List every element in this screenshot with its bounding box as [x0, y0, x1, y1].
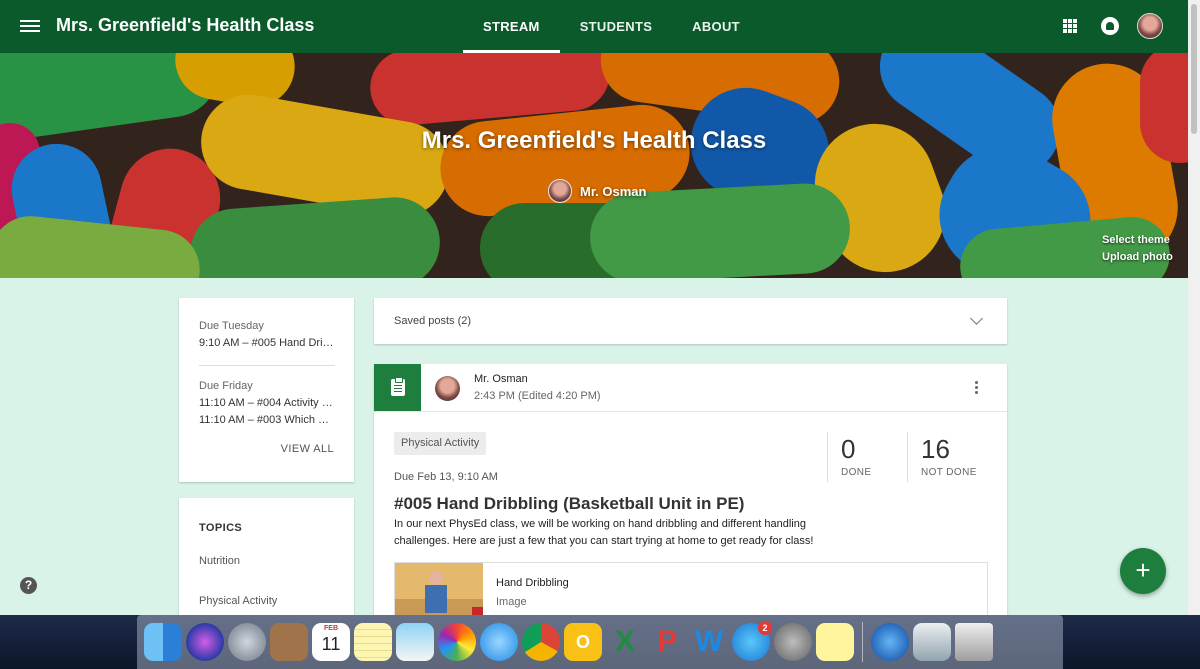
- topic-chip[interactable]: Physical Activity: [394, 432, 487, 455]
- banner-class-title: Mrs. Greenfield's Health Class: [421, 127, 767, 154]
- post-timestamp: 2:43 PM (Edited 4:20 PM): [474, 390, 601, 402]
- calendar-month: FEB: [324, 625, 338, 632]
- upcoming-item[interactable]: 11:10 AM – #004 Activity Log: [199, 395, 335, 412]
- preview-icon[interactable]: [396, 623, 434, 661]
- divider: [374, 411, 1007, 412]
- assignment-post: Mr. Osman 2:43 PM (Edited 4:20 PM) Physi…: [374, 364, 1007, 634]
- class-nav-tabs: STREAM STUDENTS ABOUT: [463, 0, 760, 53]
- outlook-icon[interactable]: O: [564, 623, 602, 661]
- view-all-button[interactable]: VIEW ALL: [281, 443, 334, 455]
- teacher-name: Mr. Osman: [580, 183, 647, 199]
- system-preferences-gear-icon[interactable]: [774, 623, 812, 661]
- scanner-icon[interactable]: [913, 623, 951, 661]
- due-date: Due Feb 13, 9:10 AM: [394, 471, 498, 483]
- account-avatar[interactable]: [1137, 13, 1163, 39]
- upcoming-group: Due Tuesday 9:10 AM – #005 Hand Dribblin…: [199, 318, 335, 352]
- banner-teacher[interactable]: Mr. Osman: [548, 179, 646, 203]
- excel-icon[interactable]: X: [606, 623, 644, 661]
- word-icon[interactable]: W: [690, 623, 728, 661]
- notes-icon[interactable]: [354, 623, 392, 661]
- saved-posts-label: Saved posts (2): [394, 315, 472, 327]
- class-banner: Mrs. Greenfield's Health Class Mr. Osman…: [0, 53, 1188, 278]
- avatar: [435, 376, 460, 401]
- divider: [907, 432, 908, 482]
- upcoming-due-label: Due Tuesday: [199, 320, 264, 332]
- not-done-label: NOT DONE: [921, 467, 977, 478]
- dock-separator: [862, 622, 863, 662]
- saved-posts-bar[interactable]: Saved posts (2): [374, 298, 1007, 344]
- topics-card: TOPICS Nutrition Physical Activity: [179, 498, 354, 628]
- calendar-day: 11: [321, 634, 341, 654]
- class-title[interactable]: Mrs. Greenfield's Health Class: [56, 15, 314, 36]
- page-scrollbar[interactable]: [1188, 0, 1200, 615]
- banner-overlay: [0, 53, 1188, 278]
- banner-actions: Select theme Upload photo: [1102, 232, 1173, 266]
- topic-nutrition[interactable]: Nutrition: [199, 555, 240, 567]
- upcoming-due-label: Due Friday: [199, 380, 253, 392]
- assignment-description: In our next PhysEd class, we will be wor…: [394, 518, 814, 547]
- attachment-card[interactable]: Hand Dribbling Image: [394, 562, 988, 622]
- top-app-bar: Mrs. Greenfield's Health Class STREAM ST…: [0, 0, 1188, 53]
- upcoming-group: Due Friday 11:10 AM – #004 Activity Log …: [199, 378, 335, 429]
- tab-students[interactable]: STUDENTS: [560, 0, 672, 53]
- attachment-type: Image: [496, 596, 527, 608]
- divider: [199, 365, 335, 366]
- app-store-badge: 2: [758, 621, 772, 635]
- apps-grid-icon[interactable]: [1063, 19, 1077, 33]
- trash-icon[interactable]: [955, 623, 993, 661]
- finder-icon[interactable]: [144, 623, 182, 661]
- tab-about[interactable]: ABOUT: [672, 0, 760, 53]
- chevron-down-icon[interactable]: [970, 312, 983, 325]
- contacts-icon[interactable]: [270, 623, 308, 661]
- divider: [827, 432, 828, 482]
- stickies-icon[interactable]: [816, 623, 854, 661]
- app-store-icon[interactable]: 2: [732, 621, 772, 661]
- add-post-button[interactable]: +: [1120, 548, 1166, 594]
- launchpad-rocket-icon[interactable]: [228, 623, 266, 661]
- done-count: 0: [841, 434, 856, 464]
- upcoming-item[interactable]: 9:10 AM – #005 Hand Dribbling (Basketbal…: [199, 335, 335, 352]
- chrome-icon[interactable]: [522, 623, 560, 661]
- done-stat[interactable]: 0 DONE: [841, 434, 872, 478]
- notifications-bell-icon[interactable]: [1101, 17, 1119, 35]
- help-icon[interactable]: ?: [20, 577, 37, 594]
- done-label: DONE: [841, 467, 872, 478]
- not-done-stat[interactable]: 16 NOT DONE: [921, 434, 977, 478]
- more-options-icon[interactable]: [975, 381, 978, 394]
- powerpoint-icon[interactable]: P: [648, 623, 686, 661]
- upload-photo-link[interactable]: Upload photo: [1102, 249, 1173, 266]
- tab-stream[interactable]: STREAM: [463, 0, 560, 53]
- not-done-count: 16: [921, 434, 950, 464]
- messages-icon[interactable]: [480, 623, 518, 661]
- post-author: Mr. Osman: [474, 373, 528, 385]
- network-globe-icon[interactable]: [871, 623, 909, 661]
- hamburger-menu-icon[interactable]: [20, 17, 40, 35]
- topics-heading: TOPICS: [199, 522, 243, 534]
- assignment-title[interactable]: #005 Hand Dribbling (Basketball Unit in …: [394, 494, 744, 514]
- teacher-avatar: [548, 179, 572, 203]
- siri-icon[interactable]: [186, 623, 224, 661]
- topic-physical-activity[interactable]: Physical Activity: [199, 595, 277, 607]
- photos-icon[interactable]: [438, 623, 476, 661]
- select-theme-link[interactable]: Select theme: [1102, 232, 1173, 249]
- upcoming-card: Due Tuesday 9:10 AM – #005 Hand Dribblin…: [179, 298, 354, 482]
- macos-dock: FEB 11 O X P W 2: [137, 615, 1063, 669]
- attachment-title: Hand Dribbling: [496, 577, 569, 589]
- upcoming-item[interactable]: 11:10 AM – #003 Which does: [199, 412, 335, 429]
- assignment-icon: [374, 364, 421, 411]
- calendar-icon[interactable]: FEB 11: [312, 623, 350, 661]
- attachment-thumbnail: [395, 563, 483, 621]
- scrollbar-thumb[interactable]: [1191, 4, 1197, 134]
